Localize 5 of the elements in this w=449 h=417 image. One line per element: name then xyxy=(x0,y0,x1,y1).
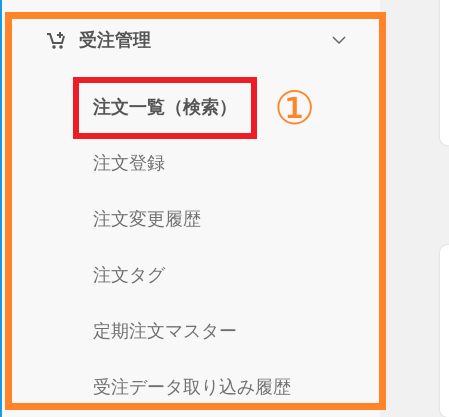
menu-group-title[interactable]: 受注管理 xyxy=(79,28,151,52)
menu-item[interactable]: 注文一覧（検索） xyxy=(73,77,257,139)
cart-icon xyxy=(47,32,66,48)
chevron-down-icon[interactable] xyxy=(332,36,346,44)
callout-number: ① xyxy=(274,80,316,136)
